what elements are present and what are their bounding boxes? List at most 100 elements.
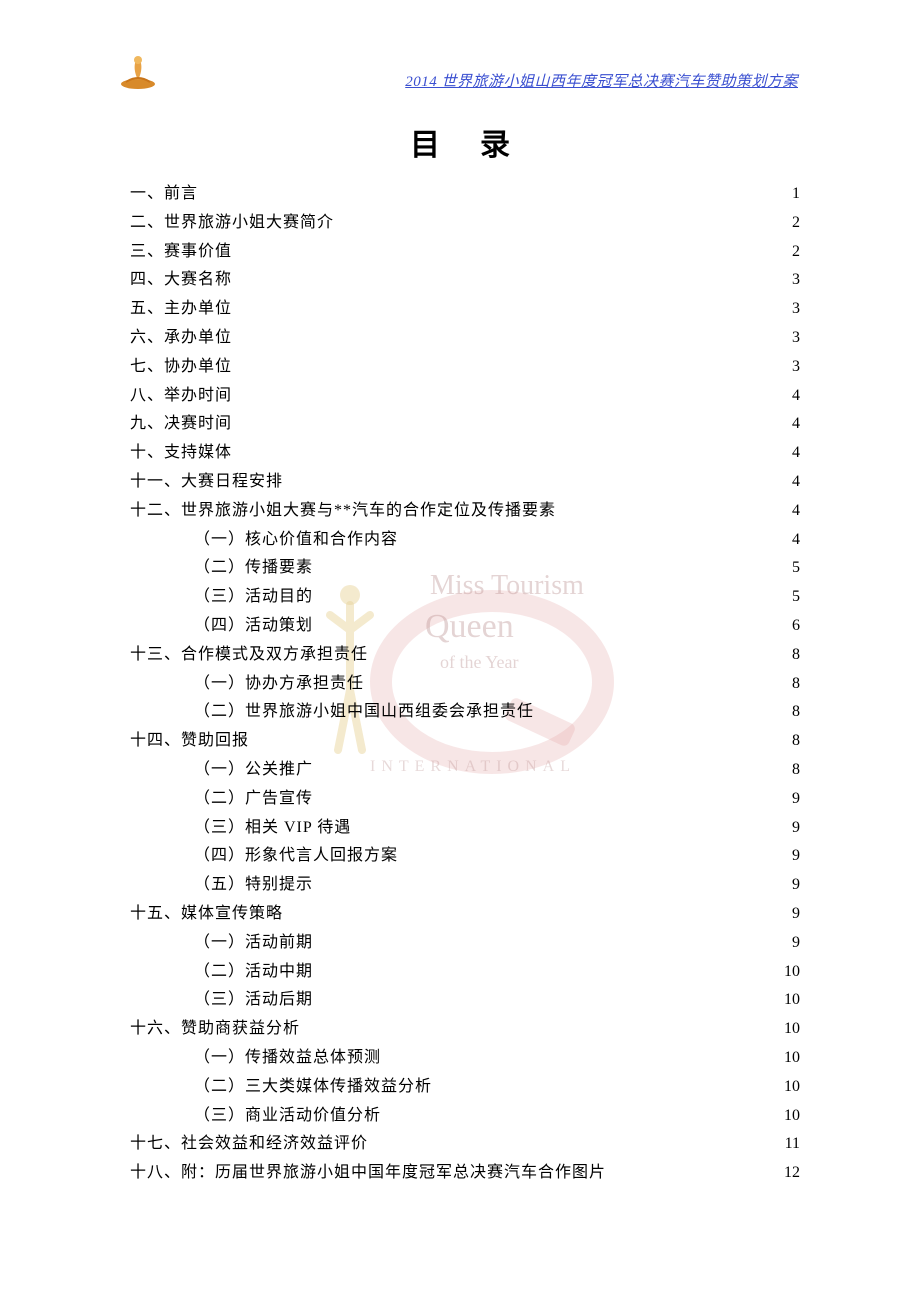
toc-page-number: 10 (780, 1015, 800, 1044)
toc-leader (386, 1104, 780, 1120)
toc-leader (318, 556, 780, 572)
toc-entry: （一）活动前期 9 (130, 929, 800, 958)
toc-page-number: 11 (780, 1130, 800, 1159)
toc-label: 十五、媒体宣传策略 (130, 900, 283, 929)
toc-label: 一、前言 (130, 180, 203, 209)
toc-entry: 七、协办单位 3 (130, 353, 800, 382)
toc-entry: 十、支持媒体 4 (130, 439, 800, 468)
toc-leader (318, 873, 780, 889)
toc-page-number: 4 (780, 468, 800, 497)
toc-label: 十一、大赛日程安排 (130, 468, 288, 497)
toc-entry: 八、举办时间 4 (130, 382, 800, 411)
toc-entry: （一）传播效益总体预测 10 (130, 1044, 800, 1073)
toc-leader (339, 211, 780, 227)
toc-entry: 三、赛事价值 2 (130, 238, 800, 267)
toc-label: 三、赛事价值 (130, 238, 237, 267)
brand-logo-icon (118, 50, 158, 90)
toc-label: （一）协办方承担责任 (130, 670, 369, 699)
table-of-contents: 一、前言 1二、世界旅游小姐大赛简介 2三、赛事价值 2四、大赛名称 3五、主办… (130, 180, 800, 1188)
toc-page-number: 3 (780, 353, 800, 382)
toc-leader (318, 931, 780, 947)
toc-leader (318, 960, 780, 976)
toc-label: （一）公关推广 (130, 756, 318, 785)
toc-page-number: 4 (780, 382, 800, 411)
toc-page-number: 6 (780, 612, 800, 641)
toc-page-number: 2 (780, 209, 800, 238)
toc-page-number: 9 (780, 900, 800, 929)
toc-label: （二）世界旅游小姐中国山西组委会承担责任 (130, 698, 539, 727)
toc-leader (237, 441, 780, 457)
toc-leader (288, 470, 780, 486)
toc-page-number: 4 (780, 497, 800, 526)
toc-entry: 十五、媒体宣传策略 9 (130, 900, 800, 929)
toc-label: （三）商业活动价值分析 (130, 1102, 386, 1131)
toc-leader (318, 614, 780, 630)
toc-page-number: 4 (780, 410, 800, 439)
toc-leader (318, 787, 780, 803)
toc-label: （五）特别提示 (130, 871, 318, 900)
toc-label: 六、承办单位 (130, 324, 237, 353)
toc-label: 十六、赞助商获益分析 (130, 1015, 305, 1044)
toc-page-number: 10 (780, 1102, 800, 1131)
toc-leader (318, 585, 780, 601)
toc-entry: （一）公关推广 8 (130, 756, 800, 785)
toc-leader (237, 297, 780, 313)
toc-page-number: 5 (780, 554, 800, 583)
toc-entry: 十六、赞助商获益分析 10 (130, 1015, 800, 1044)
toc-label: （三）活动后期 (130, 986, 318, 1015)
header-text: 2014 世界旅游小姐山西年度冠军总决赛汽车赞助策划方案 (405, 74, 798, 90)
toc-label: 二、世界旅游小姐大赛简介 (130, 209, 339, 238)
toc-leader (237, 268, 780, 284)
toc-label: （二）广告宣传 (130, 785, 318, 814)
document-header: 2014 世界旅游小姐山西年度冠军总决赛汽车赞助策划方案 (405, 70, 798, 91)
toc-entry: 十八、附：历届世界旅游小姐中国年度冠军总决赛汽车合作图片 12 (130, 1159, 800, 1188)
toc-page-number: 8 (780, 698, 800, 727)
toc-label: （二）三大类媒体传播效益分析 (130, 1073, 437, 1102)
toc-page-number: 8 (780, 670, 800, 699)
toc-leader (369, 672, 780, 688)
toc-leader (203, 182, 780, 198)
toc-page-number: 4 (780, 526, 800, 555)
toc-label: 十二、世界旅游小姐大赛与**汽车的合作定位及传播要素 (130, 497, 561, 526)
toc-leader (237, 412, 780, 428)
toc-label: （二）传播要素 (130, 554, 318, 583)
toc-page-number: 8 (780, 756, 800, 785)
toc-entry: （三）商业活动价值分析 10 (130, 1102, 800, 1131)
toc-entry: 二、世界旅游小姐大赛简介 2 (130, 209, 800, 238)
toc-page-number: 8 (780, 727, 800, 756)
toc-entry: 九、决赛时间 4 (130, 410, 800, 439)
toc-page-number: 10 (780, 1044, 800, 1073)
toc-label: （一）核心价值和合作内容 (130, 526, 403, 555)
toc-entry: （二）活动中期 10 (130, 958, 800, 987)
toc-entry: 六、承办单位 3 (130, 324, 800, 353)
toc-label: 十、支持媒体 (130, 439, 237, 468)
toc-entry: 十一、大赛日程安排 4 (130, 468, 800, 497)
toc-page-number: 9 (780, 871, 800, 900)
toc-entry: 五、主办单位 3 (130, 295, 800, 324)
toc-label: 四、大赛名称 (130, 266, 237, 295)
toc-page-number: 10 (780, 986, 800, 1015)
toc-leader (237, 355, 780, 371)
toc-leader (305, 1017, 780, 1033)
toc-leader (237, 326, 780, 342)
toc-label: 七、协办单位 (130, 353, 237, 382)
toc-leader (611, 1161, 780, 1177)
toc-leader (318, 758, 780, 774)
toc-entry: （一）协办方承担责任 8 (130, 670, 800, 699)
toc-leader (356, 816, 780, 832)
toc-page-number: 2 (780, 238, 800, 267)
toc-page-number: 9 (780, 814, 800, 843)
toc-label: （四）活动策划 (130, 612, 318, 641)
toc-page-number: 9 (780, 842, 800, 871)
toc-label: （一）活动前期 (130, 929, 318, 958)
toc-page-number: 3 (780, 266, 800, 295)
toc-entry: 十二、世界旅游小姐大赛与**汽车的合作定位及传播要素 4 (130, 497, 800, 526)
toc-page-number: 10 (780, 958, 800, 987)
toc-page-number: 8 (780, 641, 800, 670)
toc-label: 九、决赛时间 (130, 410, 237, 439)
toc-entry: （五）特别提示 9 (130, 871, 800, 900)
toc-label: 十八、附：历届世界旅游小姐中国年度冠军总决赛汽车合作图片 (130, 1159, 611, 1188)
toc-page-number: 5 (780, 583, 800, 612)
toc-label: （二）活动中期 (130, 958, 318, 987)
toc-label: （四）形象代言人回报方案 (130, 842, 403, 871)
